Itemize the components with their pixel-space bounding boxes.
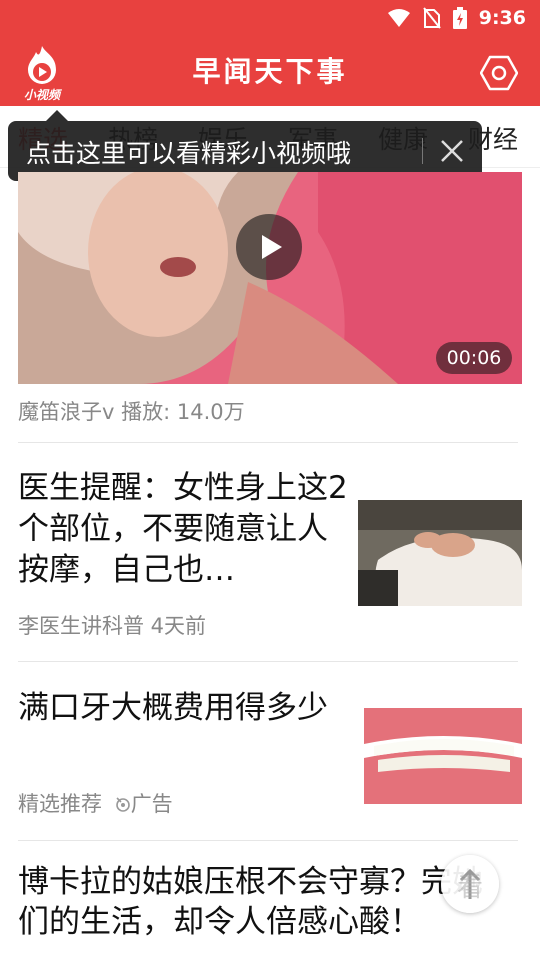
news-title[interactable]: 医生提醒：女性身上这2个部位，不要随意让人按摩，自己也… <box>18 468 348 591</box>
app-header: 小视频 早闻天下事 <box>0 36 540 106</box>
divider <box>18 840 518 841</box>
battery-charging-icon <box>452 7 467 29</box>
small-video-logo-button[interactable]: 小视频 <box>16 44 68 102</box>
float-button-label: 看 <box>456 873 483 903</box>
play-icon <box>262 235 282 259</box>
status-icons: 9:36 <box>387 0 526 36</box>
video-thumbnail[interactable]: 00:06 <box>18 172 522 384</box>
tooltip-separator <box>422 138 423 164</box>
divider <box>18 442 518 443</box>
news-title[interactable]: 博卡拉的姑娘压根不会守寡？完她们的生活，却令人倍感心酸！ <box>18 862 488 942</box>
ad-thumbnail[interactable] <box>364 698 522 804</box>
app-title: 早闻天下事 <box>192 55 348 88</box>
ad-badge-icon <box>115 797 130 812</box>
tooltip-text: 点击这里可以看精彩小视频哦 <box>26 139 352 168</box>
news-thumbnail[interactable] <box>358 500 522 606</box>
video-meta: 魔笛浪子v 播放: 14.0万 <box>18 400 245 424</box>
tooltip-arrow <box>46 110 68 121</box>
ad-label: 广告 <box>130 792 173 816</box>
no-sim-icon <box>422 7 441 29</box>
settings-hexagon-icon[interactable] <box>480 54 518 92</box>
wifi-icon <box>387 9 410 27</box>
status-time: 9:36 <box>478 7 526 29</box>
logo-label: 小视频 <box>23 88 60 102</box>
news-meta: 李医生讲科普 4天前 <box>18 614 207 638</box>
close-icon[interactable] <box>436 135 468 167</box>
divider <box>18 661 518 662</box>
back-to-top-button[interactable]: 看 <box>441 855 499 913</box>
ad-meta: 精选推荐 广告 <box>18 788 173 818</box>
flame-play-icon <box>28 46 56 84</box>
video-duration-badge: 00:06 <box>436 342 512 374</box>
status-bar: 9:36 <box>0 0 540 36</box>
ad-title[interactable]: 满口牙大概费用得多少 <box>18 688 348 729</box>
play-button[interactable] <box>236 214 302 280</box>
ad-source: 精选推荐 <box>18 792 102 816</box>
